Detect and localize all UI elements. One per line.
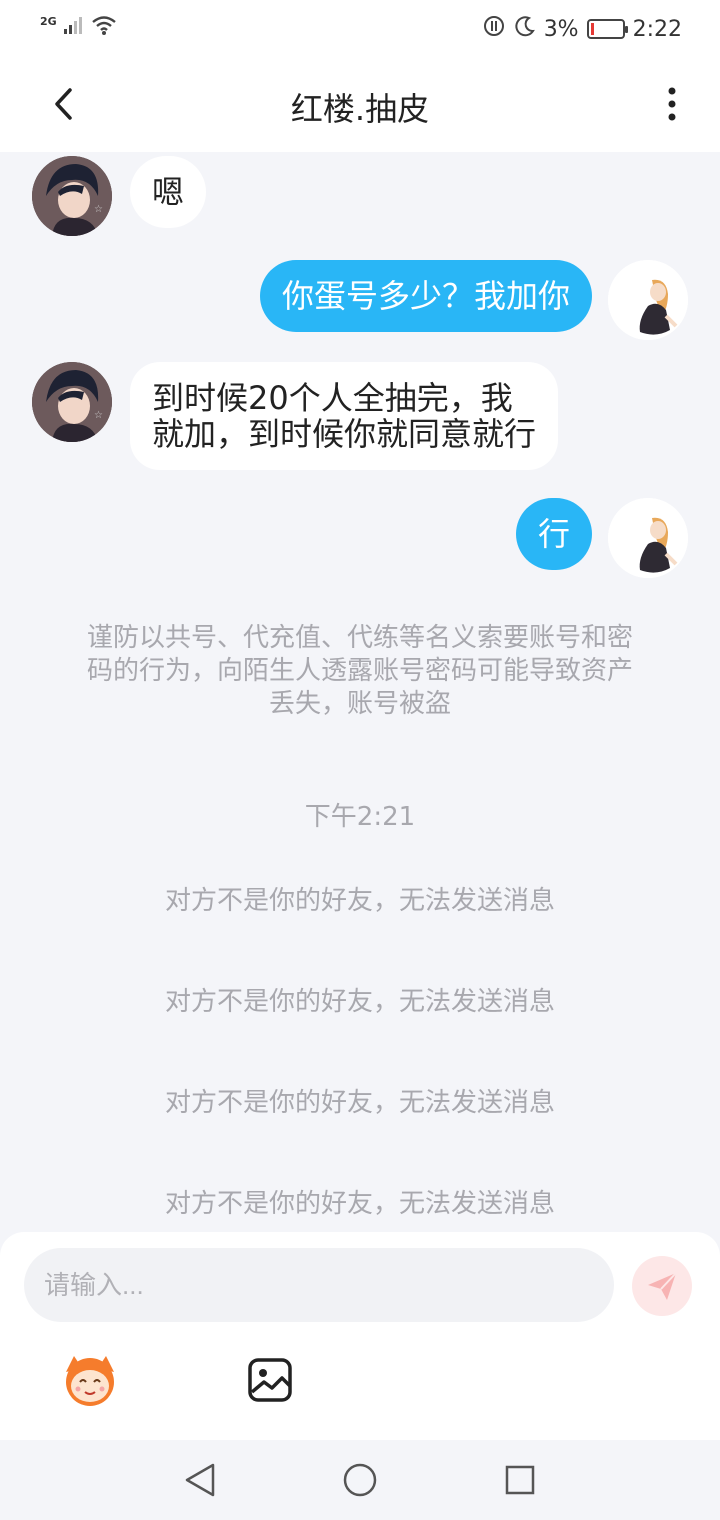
my-avatar-image	[608, 260, 688, 340]
more-vertical-icon	[668, 87, 676, 121]
nav-back-button[interactable]	[180, 1460, 220, 1500]
clock: 2:22	[632, 16, 682, 42]
data-saver-icon	[482, 14, 506, 44]
message-line: 到时候20个人全抽完，我	[152, 379, 513, 417]
system-message: 对方不是你的好友，无法发送消息	[164, 987, 555, 1017]
notice-line: 码的行为，向陌生人透露账号密码可能导致资产	[86, 656, 633, 686]
system-navigation-bar	[0, 1440, 720, 1520]
nav-recents-icon	[505, 1465, 535, 1495]
svg-text:☆: ☆	[94, 204, 103, 215]
contact-avatar-image: ☆	[32, 156, 112, 236]
nav-back-icon	[185, 1463, 215, 1497]
avatar[interactable]	[608, 260, 688, 340]
status-bar: 2G 3% 2:22	[0, 0, 720, 56]
message-input[interactable]	[24, 1248, 614, 1322]
avatar[interactable]: ☆	[32, 156, 112, 236]
avatar[interactable]	[608, 498, 688, 578]
message-composer	[0, 1232, 720, 1440]
status-left: 2G	[40, 14, 117, 40]
emoji-mascot-icon	[66, 1356, 114, 1406]
battery-percent: 3%	[543, 16, 579, 42]
signal-icon	[63, 14, 85, 40]
system-message: 对方不是你的好友，无法发送消息	[164, 886, 555, 916]
message-timestamp: 下午2:21	[304, 802, 416, 832]
moon-icon	[514, 15, 536, 43]
my-avatar-image	[608, 498, 688, 578]
contact-avatar-image: ☆	[32, 362, 112, 442]
more-options-button[interactable]	[652, 82, 692, 126]
svg-text:☆: ☆	[94, 410, 103, 421]
notice-line: 丢失，账号被盗	[268, 689, 451, 719]
battery-icon	[586, 19, 628, 39]
safety-notice: 谨防以共号、代充值、代练等名义索要账号和密 码的行为，向陌生人透露账号密码可能导…	[60, 622, 660, 721]
nav-home-icon	[343, 1463, 377, 1497]
emoji-button[interactable]	[58, 1352, 122, 1408]
page-title: 红楼.抽皮	[290, 90, 430, 128]
image-button[interactable]	[246, 1356, 294, 1404]
message-line: 就加，到时候你就同意就行	[152, 415, 537, 453]
avatar[interactable]: ☆	[32, 362, 112, 442]
system-message: 对方不是你的好友，无法发送消息	[164, 1088, 555, 1118]
network-type: 2G	[40, 14, 57, 28]
system-message: 对方不是你的好友，无法发送消息	[164, 1189, 555, 1219]
image-icon	[248, 1358, 292, 1402]
send-button[interactable]	[632, 1256, 692, 1316]
message-bubble-incoming[interactable]: 到时候20个人全抽完，我 就加，到时候你就同意就行	[130, 362, 559, 470]
chat-header: 红楼.抽皮	[0, 56, 720, 152]
message-bubble-outgoing[interactable]: 你蛋号多少？我加你	[259, 260, 592, 332]
nav-recents-button[interactable]	[500, 1460, 540, 1500]
send-icon	[648, 1272, 677, 1300]
chat-area[interactable]: ☆ 嗯 你蛋号多少？我加你 ☆ 到时候20个人全抽完，我 就加，到时候你就同意就…	[0, 152, 720, 1232]
notice-line: 谨防以共号、代充值、代练等名义索要账号和密	[86, 623, 633, 653]
nav-home-button[interactable]	[340, 1460, 380, 1500]
wifi-icon	[91, 14, 117, 40]
message-bubble-outgoing[interactable]: 行	[515, 498, 592, 570]
status-right: 3% 2:22	[482, 14, 682, 44]
message-bubble-incoming[interactable]: 嗯	[130, 156, 207, 228]
